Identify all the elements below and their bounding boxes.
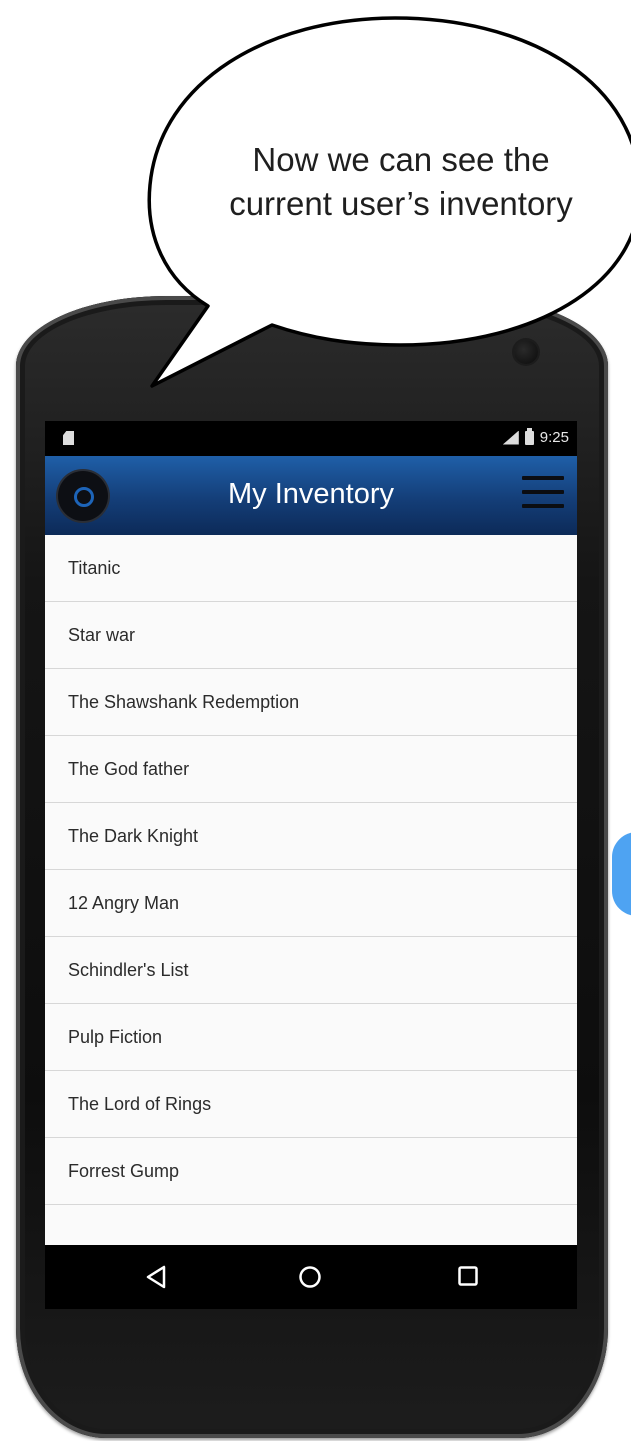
callout-line-1: Now we can see the [252,141,550,178]
callout-text: Now we can see the current user’s invent… [176,138,626,226]
list-item-label: The Dark Knight [68,825,199,846]
list-item[interactable]: The God father [45,736,577,803]
list-item[interactable]: Pulp Fiction [45,1004,577,1071]
floating-action-button-edge[interactable] [612,832,631,916]
list-item-label: Star war [68,624,136,645]
list-item-label: Forrest Gump [68,1160,180,1181]
list-item[interactable]: 12 Angry Man [45,870,577,937]
list-item[interactable]: Star war [45,602,577,669]
list-item[interactable]: The Lord of Rings [45,1071,577,1138]
hamburger-menu-icon[interactable] [522,476,564,514]
list-item-label: The Lord of Rings [68,1093,212,1114]
page-title: My Inventory [228,478,394,510]
list-item-label: The God father [68,758,190,779]
status-right-group: 9:25 [502,427,569,446]
inventory-list: Titanic Star war The Shawshank Redemption T… [45,535,577,1245]
list-item-partial[interactable] [45,1205,577,1245]
phone-screen: 9:25 My Inventory Titanic Star war The Sha… [45,421,577,1309]
battery-icon [524,427,534,445]
sd-card-icon [63,431,74,445]
home-circle-icon[interactable] [298,1265,322,1289]
list-item-label: 12 Angry Man [68,892,180,913]
navigation-bar [45,1245,577,1309]
back-triangle-icon[interactable] [145,1265,167,1289]
recents-square-icon[interactable] [457,1265,479,1287]
list-item-label: Pulp Fiction [68,1026,163,1047]
list-item[interactable]: Forrest Gump [45,1138,577,1205]
list-item-label: The Shawshank Redemption [68,691,300,712]
signal-icon [502,430,519,445]
list-item[interactable]: The Shawshank Redemption [45,669,577,736]
status-bar: 9:25 [45,421,577,456]
app-bar: My Inventory [45,456,577,535]
status-time: 9:25 [539,429,569,446]
callout-line-2: current user’s inventory [229,185,573,222]
scene: 9:25 My Inventory Titanic Star war The Sha… [0,0,631,1441]
list-item[interactable]: Titanic [45,535,577,602]
list-item[interactable]: The Dark Knight [45,803,577,870]
list-item-label: Schindler's List [68,959,189,980]
list-item[interactable]: Schindler's List [45,937,577,1004]
list-item-label: Titanic [68,557,121,578]
